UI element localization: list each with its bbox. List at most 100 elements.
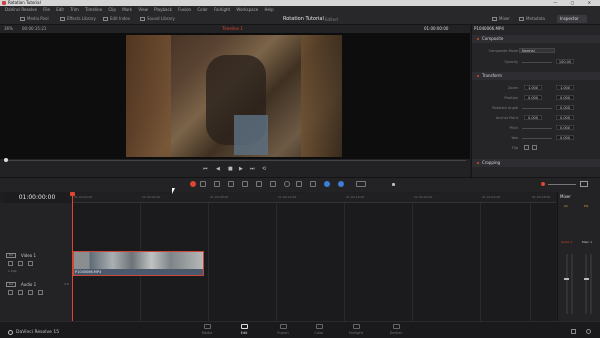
loop-button[interactable]: ⟲ xyxy=(262,166,266,172)
flip-vertical-icon[interactable] xyxy=(532,145,537,150)
auto-select-icon[interactable] xyxy=(18,261,23,266)
zoom-out-icon[interactable] xyxy=(541,182,545,186)
lock-audio-track-icon[interactable] xyxy=(8,290,13,295)
marker-color-icon[interactable] xyxy=(338,181,344,187)
playhead-handle[interactable] xyxy=(70,192,75,196)
go-to-end-button[interactable]: ⏭ xyxy=(250,166,255,172)
page-edit[interactable]: Edit xyxy=(231,324,257,335)
play-reverse-button[interactable]: ◀ xyxy=(216,166,220,172)
menu-item-clip[interactable]: Clip xyxy=(108,7,116,12)
mixer-button[interactable]: Mixer xyxy=(492,16,510,22)
yaw-slider[interactable] xyxy=(522,138,552,139)
home-icon[interactable] xyxy=(571,329,576,334)
go-to-start-button[interactable]: ⏮ xyxy=(203,166,208,172)
menu-item-workspace[interactable]: Workspace xyxy=(236,7,258,12)
audio-auto-select-icon[interactable] xyxy=(18,290,23,295)
enable-dot-icon[interactable] xyxy=(477,38,479,40)
menu-item-color[interactable]: Color xyxy=(197,7,207,12)
anchor-y-value[interactable]: 0.000 xyxy=(556,115,574,120)
mixer-panel: Mixer A1 M1 Audio 1 Main 1 xyxy=(557,192,600,321)
channel-fader[interactable] xyxy=(564,278,569,280)
cropping-section-header[interactable]: Cropping xyxy=(472,159,600,167)
menu-item-help[interactable]: Help xyxy=(265,7,274,12)
opacity-value[interactable]: 100.00 xyxy=(556,59,574,64)
menu-item-fusion[interactable]: Fusion xyxy=(178,7,191,12)
sound-library-button[interactable]: Sound Library xyxy=(140,16,175,22)
inspector-button[interactable]: Inspector xyxy=(557,15,587,23)
audio-track-name[interactable]: Audio 1 xyxy=(21,282,36,287)
zoom-y-value[interactable]: 1.000 xyxy=(556,85,574,90)
mixer-channel-1[interactable]: Audio 1 xyxy=(561,240,572,244)
scrub-bar[interactable] xyxy=(6,160,466,161)
enable-dot-icon[interactable] xyxy=(477,75,479,77)
snapping-icon[interactable] xyxy=(284,181,290,187)
menu-item-edit[interactable]: Edit xyxy=(56,7,64,12)
page-fairlight[interactable]: Fairlight xyxy=(343,324,369,335)
flip-horizontal-icon[interactable] xyxy=(524,145,529,150)
mixer-channel-main[interactable]: Main 1 xyxy=(582,240,592,244)
trim-tool-icon[interactable] xyxy=(214,181,220,187)
selection-tool-icon[interactable] xyxy=(200,181,206,187)
pitch-value[interactable]: 0.000 xyxy=(556,125,574,130)
rotation-value[interactable]: 0.000 xyxy=(556,105,574,110)
yaw-value[interactable]: 0.000 xyxy=(556,135,574,140)
menu-item-mark[interactable]: Mark xyxy=(122,7,132,12)
composite-mode-dropdown[interactable]: Normal xyxy=(519,48,555,53)
blade-tool-icon[interactable] xyxy=(228,181,234,187)
metadata-button[interactable]: Metadata xyxy=(519,16,545,22)
insert-clip-icon[interactable] xyxy=(242,181,248,187)
zoom-x-value[interactable]: 1.000 xyxy=(524,85,542,90)
settings-gear-icon[interactable] xyxy=(586,329,591,334)
zoom-dot-icon[interactable] xyxy=(392,183,395,186)
menu-item-davinci[interactable]: DaVinci Resolve xyxy=(5,7,37,12)
effects-library-button[interactable]: Effects Library xyxy=(60,16,96,22)
timeline-clip[interactable]: P1040066.MP4 xyxy=(73,251,204,276)
page-deliver[interactable]: Deliver xyxy=(383,324,409,335)
video-track-name[interactable]: Video 1 xyxy=(21,253,36,258)
play-button[interactable]: ▶ xyxy=(239,166,243,172)
timeline-ruler[interactable]: 01:00:00:00 01:00:04:00 01:00:08:00 01:0… xyxy=(72,193,556,203)
anchor-x-value[interactable]: 0.000 xyxy=(524,115,542,120)
flag-icon[interactable] xyxy=(310,181,316,187)
marker-blue-icon[interactable] xyxy=(324,181,330,187)
page-media[interactable]: Media xyxy=(194,324,220,335)
fusion-page-icon xyxy=(279,324,287,329)
zoom-full-icon[interactable] xyxy=(356,181,366,187)
ruler-tick-label: 01:00:20:00 xyxy=(414,195,433,199)
stop-button[interactable]: ■ xyxy=(228,166,233,172)
menu-item-file[interactable]: File xyxy=(43,7,50,12)
pitch-slider[interactable] xyxy=(522,128,552,129)
overwrite-clip-icon[interactable] xyxy=(256,181,262,187)
solo-icon[interactable] xyxy=(28,290,33,295)
viewer-timeline-label[interactable]: Timeline 1 xyxy=(222,25,243,33)
page-color[interactable]: Color xyxy=(306,324,332,335)
record-icon[interactable] xyxy=(190,181,196,187)
menu-item-playback[interactable]: Playback xyxy=(154,7,172,12)
page-fusion[interactable]: Fusion xyxy=(270,324,296,335)
rotation-slider[interactable] xyxy=(522,108,552,109)
opacity-slider[interactable] xyxy=(522,62,552,63)
scrub-handle[interactable] xyxy=(4,158,8,162)
lock-track-icon[interactable] xyxy=(8,261,13,266)
menu-item-view[interactable]: View xyxy=(138,7,148,12)
mute-icon[interactable] xyxy=(38,290,43,295)
menu-item-timeline[interactable]: Timeline xyxy=(85,7,102,12)
track-visibility-icon[interactable] xyxy=(28,261,33,266)
enable-dot-icon[interactable] xyxy=(477,162,479,164)
main-fader[interactable] xyxy=(584,278,589,280)
playhead-line[interactable] xyxy=(72,193,73,321)
position-y-value[interactable]: 0.000 xyxy=(556,95,574,100)
position-x-value[interactable]: 0.000 xyxy=(524,95,542,100)
menu-item-fairlight[interactable]: Fairlight xyxy=(214,7,230,12)
link-icon[interactable] xyxy=(296,181,302,187)
composite-section-header[interactable]: Composite xyxy=(472,35,600,43)
zoom-in-icon[interactable] xyxy=(580,181,588,187)
edit-index-button[interactable]: Edit Index xyxy=(103,16,130,22)
transform-section-header[interactable]: Transform xyxy=(472,72,600,80)
replace-clip-icon[interactable] xyxy=(270,181,276,187)
media-pool-button[interactable]: Media Pool xyxy=(20,16,49,22)
timeline-zoom-slider[interactable] xyxy=(548,184,576,185)
menu-item-trim[interactable]: Trim xyxy=(70,7,79,12)
timeline-timecode[interactable]: 01:00:00:00 xyxy=(4,193,70,203)
viewer-zoom[interactable]: 36% xyxy=(4,25,13,33)
